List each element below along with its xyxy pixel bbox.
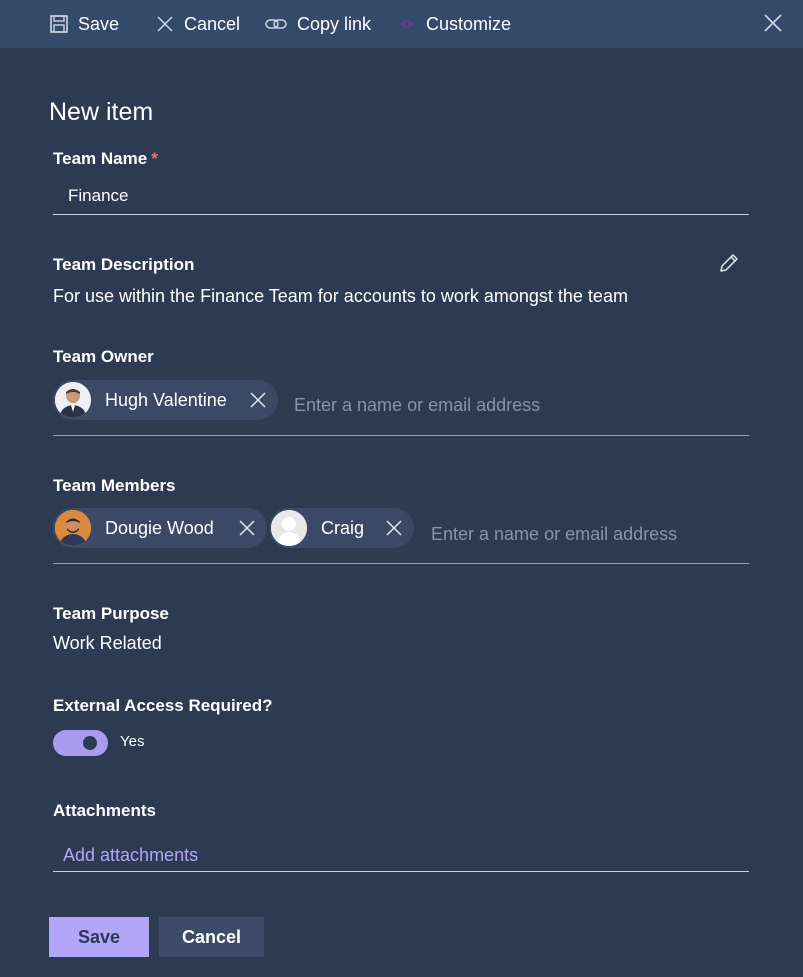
team-purpose-value: Work Related (53, 633, 162, 653)
toolbar-customize-label: Customize (426, 13, 512, 34)
remove-member-close-icon[interactable] (385, 519, 403, 542)
attachments-underline (53, 871, 749, 872)
team-name-field[interactable]: Finance (68, 186, 128, 206)
edit-pencil-icon[interactable] (718, 252, 740, 279)
member-name: Dougie Wood (105, 517, 214, 538)
save-button[interactable]: Save (49, 917, 149, 957)
team-description-value: For use within the Finance Team for acco… (53, 286, 628, 306)
toolbar-cancel-button[interactable]: Cancel (156, 0, 240, 48)
command-bar: Save Cancel Copy link Customize (0, 0, 803, 48)
team-owner-label: Team Owner (53, 347, 154, 366)
cancel-icon (156, 15, 174, 33)
member-name: Craig (321, 517, 365, 538)
owner-name: Hugh Valentine (105, 389, 227, 410)
avatar (55, 510, 91, 546)
team-members-input[interactable]: Enter a name or email address (431, 524, 677, 545)
customize-icon (398, 17, 416, 31)
remove-owner-close-icon[interactable] (249, 391, 267, 414)
team-name-label: Team Name * (53, 149, 158, 169)
team-name-label-text: Team Name (53, 149, 148, 168)
toolbar-copy-link-button[interactable]: Copy link (265, 0, 371, 48)
add-attachments-link[interactable]: Add attachments (63, 845, 198, 866)
toolbar-save-label: Save (78, 13, 120, 34)
attachments-label: Attachments (53, 801, 156, 820)
toggle-knob (83, 736, 97, 750)
team-owner-input[interactable]: Enter a name or email address (294, 395, 540, 416)
external-access-label: External Access Required? (53, 696, 273, 715)
external-access-value: Yes (120, 733, 145, 750)
required-mark: * (151, 149, 158, 168)
toolbar-copy-link-label: Copy link (297, 13, 372, 34)
team-purpose-label: Team Purpose (53, 604, 169, 623)
external-access-toggle[interactable] (53, 730, 108, 756)
team-members-label: Team Members (53, 476, 176, 495)
link-icon (265, 16, 287, 32)
owner-persona-chip: Hugh Valentine (53, 380, 278, 420)
team-name-underline (53, 214, 749, 215)
remove-member-close-icon[interactable] (238, 519, 256, 542)
team-members-underline (53, 563, 749, 564)
close-icon[interactable] (763, 13, 783, 38)
toolbar-customize-button[interactable]: Customize (398, 0, 511, 48)
avatar (55, 382, 91, 418)
cancel-button[interactable]: Cancel (159, 917, 264, 957)
member-persona-chip: Dougie Wood (53, 508, 267, 548)
toolbar-cancel-label: Cancel (184, 13, 241, 34)
toolbar-save-button[interactable]: Save (50, 0, 119, 48)
team-description-label: Team Description (53, 255, 195, 274)
member-persona-chip: Craig (269, 508, 414, 548)
save-icon (50, 15, 68, 33)
avatar (271, 510, 307, 546)
page-title: New item (49, 98, 154, 126)
team-owner-underline (53, 435, 749, 436)
